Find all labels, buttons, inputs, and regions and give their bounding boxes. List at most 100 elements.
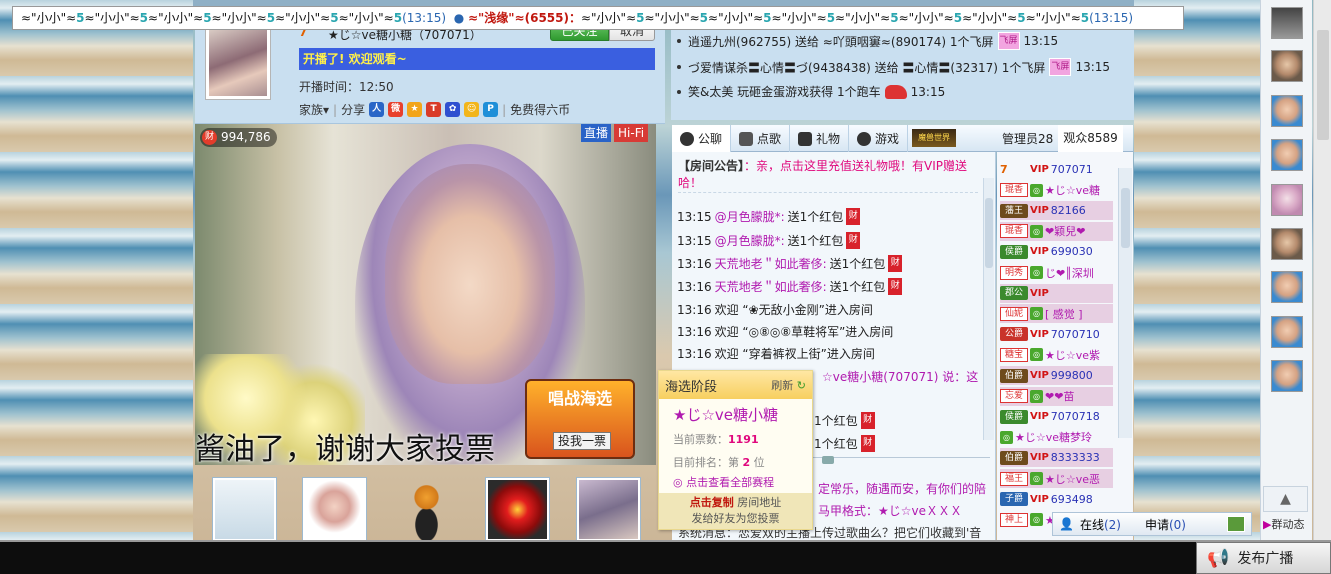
publish-broadcast-button[interactable]: 📢 发布广播 xyxy=(1196,542,1331,574)
chat-scrollbar[interactable] xyxy=(983,178,994,440)
vote-for-me-button[interactable]: 投我一票 xyxy=(553,432,611,450)
room-address-label: 房间地址 xyxy=(737,496,782,509)
view-all-schedule-link[interactable]: ◎ 点击查看全部赛程 xyxy=(673,474,774,490)
chat-slider-knob[interactable] xyxy=(822,456,834,464)
broadcast-user[interactable]: ≈"小小"≈ xyxy=(581,11,636,25)
audience-row[interactable]: 伯爵 VIP 8333333 xyxy=(1000,448,1113,468)
star-share-icon[interactable]: ★ xyxy=(407,102,423,117)
gift-thumb-flower[interactable] xyxy=(485,477,550,542)
audience-row[interactable]: 福王 ◎ ★じ☆ve恶 xyxy=(1000,469,1113,488)
audience-row[interactable]: 子爵 VIP 693498 xyxy=(1000,490,1113,509)
recommended-streamer-avatar[interactable] xyxy=(1271,139,1303,171)
live-video[interactable]: 酱油了，谢谢大家投票 财 994,786 直播 Hi-Fi 唱战海选 投我一票 xyxy=(195,124,656,465)
userlist-scrollbar[interactable] xyxy=(1118,168,1132,438)
broadcast-user[interactable]: ≈"小小"≈ xyxy=(339,11,394,25)
audience-row[interactable]: 郡公 VIP xyxy=(1000,283,1113,303)
vote-popup-header: 海选阶段 刷新 ↻ xyxy=(659,371,812,399)
gift-feed-time: 13:15 xyxy=(1075,60,1111,74)
broadcast-user[interactable]: ≈"小小"≈ xyxy=(21,11,76,25)
copy-room-address-button[interactable]: 点击复制 房间地址 发给好友为您投票 xyxy=(659,493,812,529)
broadcast-user[interactable]: ≈"小小"≈ xyxy=(962,11,1017,25)
free-coins-link[interactable]: 免费得六币 xyxy=(510,101,570,118)
scroll-to-top-button[interactable]: ▲ xyxy=(1263,486,1308,512)
family-dropdown[interactable]: 家族▾ xyxy=(299,101,329,118)
weibo-share-icon[interactable]: 微 xyxy=(388,102,404,117)
chat-line-partial: 1个红包财 xyxy=(814,435,875,452)
broadcast-user[interactable]: ≈"小小"≈ xyxy=(899,11,954,25)
video-streamer-face xyxy=(385,164,555,384)
recommended-streamer-avatar[interactable] xyxy=(1271,7,1303,39)
gift-thumb-nurse[interactable] xyxy=(302,477,367,542)
recommended-streamer-avatar[interactable] xyxy=(1271,184,1303,216)
online-badge-icon: ◎ xyxy=(1030,348,1043,362)
tab-audience[interactable]: 观众8589 xyxy=(1058,124,1123,152)
broadcast-sender[interactable]: ≈"浅缘"≈(6555)： xyxy=(468,11,581,25)
magic-world-banner[interactable]: 魔兽世界 xyxy=(912,129,957,147)
audience-row[interactable]: 侯爵 VIP 699030 xyxy=(1000,242,1113,261)
audience-row[interactable]: 糖宝 ◎ ★じ☆ve紫 xyxy=(1000,345,1113,364)
chat-text: 送1个红包 xyxy=(829,280,886,294)
chat-user[interactable]: 天荒地老＂如此奢侈: xyxy=(715,255,827,272)
v-badge-icon: 5 xyxy=(1017,11,1026,25)
chat-user[interactable]: @月色朦胧*: xyxy=(715,232,785,249)
add-friend-icon[interactable] xyxy=(1227,516,1245,532)
audience-row[interactable]: 仙妮 ◎[ 感觉 ] xyxy=(1000,304,1113,324)
refresh-button[interactable]: 刷新 ↻ xyxy=(771,377,806,393)
streamer-avatar[interactable] xyxy=(205,26,271,100)
page-scrollbar[interactable] xyxy=(1313,0,1331,540)
tencent-share-icon[interactable]: T xyxy=(426,102,442,117)
broadcast-user[interactable]: ≈"小小"≈ xyxy=(772,11,827,25)
paw-share-icon[interactable]: ✿ xyxy=(445,102,461,117)
red-envelope-icon: 财 xyxy=(846,208,861,225)
tab-gifts[interactable]: 礼物 xyxy=(790,125,850,152)
renren-share-icon[interactable]: 人 xyxy=(369,102,385,117)
chat-user[interactable]: @月色朦胧*: xyxy=(715,208,785,225)
v-badge-icon: 5 xyxy=(139,11,149,25)
broadcast-user[interactable]: ≈"小小"≈ xyxy=(85,11,140,25)
tab-admins[interactable]: 管理员28 xyxy=(997,130,1058,147)
group-activity-button[interactable]: ▶群动态 xyxy=(1263,514,1308,536)
audience-row[interactable]: 公爵 VIP 7070710 xyxy=(1000,325,1113,344)
vip-badge: VIP xyxy=(1030,370,1049,381)
audience-row[interactable]: 忘爱 ◎ ❤❤苗 xyxy=(1000,386,1113,406)
audience-row[interactable]: 琨香 ◎ ★じ☆ve糖 xyxy=(1000,181,1113,200)
kaixin-share-icon[interactable]: ☺ xyxy=(464,102,480,117)
online-tab[interactable]: 在线(2) xyxy=(1080,516,1121,533)
chat-text: 送1个红包 xyxy=(787,234,844,248)
broadcast-user[interactable]: ≈"小小"≈ xyxy=(708,11,763,25)
broadcast-user[interactable]: ≈"小小"≈ xyxy=(212,11,267,25)
p-share-icon[interactable]: P xyxy=(483,102,499,117)
chat-time: 13:16 xyxy=(677,346,712,361)
chat-text: 1个红包 xyxy=(814,414,858,428)
recommended-streamer-avatar[interactable] xyxy=(1271,316,1303,348)
broadcast-user[interactable]: ≈"小小"≈ xyxy=(645,11,700,25)
broadcast-user[interactable]: ≈"小小"≈ xyxy=(1026,11,1081,25)
recommended-streamer-avatar[interactable] xyxy=(1271,228,1303,260)
chat-user[interactable]: 天荒地老＂如此奢侈: xyxy=(715,278,827,295)
recommended-streamer-avatar[interactable] xyxy=(1271,360,1303,392)
recommended-streamer-avatar[interactable] xyxy=(1271,271,1303,303)
audience-row[interactable]: 伯爵 VIP 999800 xyxy=(1000,366,1113,385)
broadcast-user[interactable]: ≈"小小"≈ xyxy=(148,11,203,25)
audience-row[interactable]: 琨香 ◎ ❤颖兒❤ xyxy=(1000,221,1113,241)
streamer-motto: 开播了! 欢迎观看~ xyxy=(299,48,655,70)
gift-thumb-card[interactable] xyxy=(212,477,277,542)
recommended-streamer-avatar[interactable] xyxy=(1271,50,1303,82)
start-time: 开播时间：12:50 xyxy=(299,80,394,94)
tab-games[interactable]: 游戏 xyxy=(849,125,909,152)
gift-thumb-girl[interactable] xyxy=(576,477,641,542)
audience-row[interactable]: 侯爵 VIP 7070718 xyxy=(1000,407,1113,426)
audience-row[interactable]: 7 VIP 707071 xyxy=(1000,160,1113,179)
apply-tab[interactable]: 申请(0) xyxy=(1145,516,1186,533)
gift-thumb-cartoon[interactable] xyxy=(394,477,459,542)
recommended-streamer-avatar[interactable] xyxy=(1271,95,1303,127)
audience-row[interactable]: 藩王 VIP 82166 xyxy=(1000,201,1113,221)
room-notice[interactable]: 【房间公告】：亲，点击这里充值送礼物哦！有VIP赠送哈！ xyxy=(678,158,983,192)
broadcast-user[interactable]: ≈"小小"≈ xyxy=(835,11,890,25)
audience-row[interactable]: 明秀 ◎ じ❤║深圳 xyxy=(1000,263,1113,282)
online-badge-icon: ◎ xyxy=(1030,472,1043,485)
broadcast-user[interactable]: ≈"小小"≈ xyxy=(275,11,330,25)
tab-public-chat[interactable]: 公聊 xyxy=(672,125,732,152)
audience-row[interactable]: ◎ ★じ☆ve糖梦玲 xyxy=(1000,428,1113,447)
tab-song-request[interactable]: 点歌 xyxy=(731,125,791,152)
